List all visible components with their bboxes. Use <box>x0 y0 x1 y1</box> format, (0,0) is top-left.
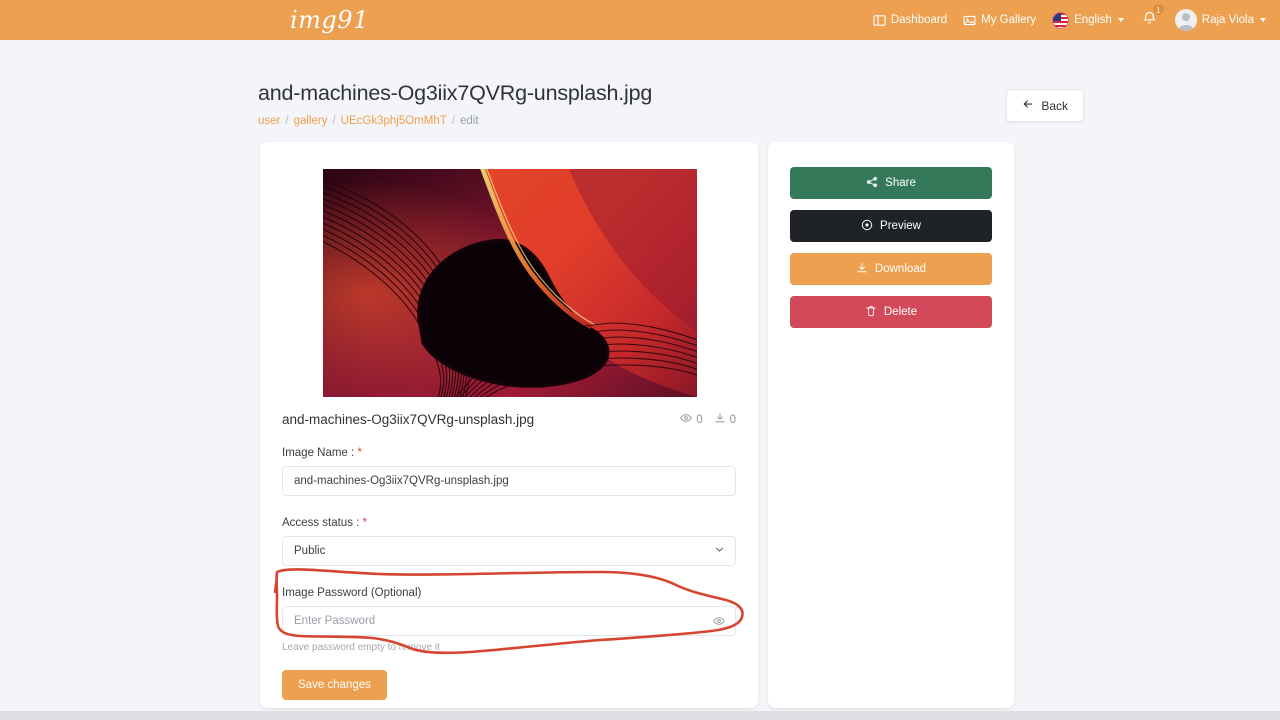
image-name-label: Image Name : * <box>282 447 736 459</box>
nav-item-dashboard-label: Dashboard <box>890 14 948 26</box>
action-buttons-group: Share Preview Download Delete <box>790 167 992 328</box>
image-preview[interactable] <box>323 169 697 397</box>
access-status-field-group: Access status : * <box>282 517 736 566</box>
share-button-label: Share <box>885 177 916 189</box>
user-menu[interactable]: Raja Viola <box>1174 9 1266 31</box>
actions-card: Share Preview Download Delete <box>768 142 1014 708</box>
abstract-red-artwork <box>323 169 697 397</box>
nav-item-dashboard[interactable]: Dashboard <box>873 14 947 27</box>
views-count: 0 <box>696 413 703 426</box>
breadcrumb-item-gallery[interactable]: gallery <box>294 115 328 127</box>
image-password-input[interactable] <box>282 606 736 636</box>
image-edit-card: and-machines-Og3iix7QVRg-unsplash.jpg 0 <box>260 142 758 708</box>
image-name-field-group: Image Name : * <box>282 447 736 496</box>
chevron-down-icon <box>1117 18 1124 22</box>
dashboard-icon <box>873 14 886 27</box>
us-flag-icon <box>1052 11 1070 29</box>
image-password-label: Image Password (Optional) <box>282 587 422 599</box>
image-name-input[interactable] <box>282 466 736 496</box>
eye-icon <box>680 412 692 427</box>
breadcrumb-item-user[interactable]: user <box>258 115 280 127</box>
chevron-down-icon <box>1260 18 1266 22</box>
download-icon <box>856 262 868 277</box>
downloads-count: 0 <box>729 413 736 426</box>
breadcrumb-separator: / <box>451 115 455 127</box>
delete-button[interactable]: Delete <box>790 296 992 328</box>
eye-icon <box>861 219 873 234</box>
image-name-label-text: Image Name : <box>282 447 355 459</box>
save-changes-button[interactable]: Save changes <box>282 670 387 700</box>
top-navbar: img91 Dashboard My Gallery English 1 Raj… <box>0 0 1280 40</box>
access-status-select-wrapper <box>282 536 736 566</box>
required-asterisk: * <box>357 447 362 459</box>
horizontal-scrollbar[interactable] <box>0 711 1280 720</box>
file-name-label: and-machines-Og3iix7QVRg-unsplash.jpg <box>282 412 535 427</box>
gallery-icon <box>963 14 976 27</box>
download-button-label: Download <box>874 263 927 275</box>
user-name-label: Raja Viola <box>1201 14 1254 26</box>
nav-item-my-gallery-label: My Gallery <box>981 14 1037 26</box>
navbar-right-group: Dashboard My Gallery English 1 Raja Viol… <box>873 0 1266 40</box>
download-icon <box>714 412 726 427</box>
file-info-row: and-machines-Og3iix7QVRg-unsplash.jpg 0 <box>282 412 736 427</box>
access-status-label: Access status : * <box>282 517 736 529</box>
preview-button[interactable]: Preview <box>790 210 992 242</box>
breadcrumb-item-image-id[interactable]: UEcGk3phj5OmMhT <box>341 115 447 127</box>
language-label: English <box>1074 14 1112 26</box>
image-edit-form: Image Name : * Access status : * Image P… <box>282 447 736 700</box>
back-button-label: Back <box>1041 98 1068 113</box>
arrow-left-icon <box>1022 98 1034 113</box>
download-button[interactable]: Download <box>790 253 992 285</box>
downloads-stat: 0 <box>714 412 736 427</box>
notifications-button[interactable]: 1 <box>1140 3 1165 32</box>
trash-icon <box>865 305 877 320</box>
breadcrumb: user / gallery / UEcGk3phj5OmMhT / edit <box>258 115 479 127</box>
required-asterisk: * <box>362 517 368 529</box>
share-button[interactable]: Share <box>790 167 992 199</box>
delete-button-label: Delete <box>883 306 918 318</box>
notification-badge: 1 <box>1151 3 1165 16</box>
preview-button-label: Preview <box>880 220 921 232</box>
share-icon <box>866 176 878 191</box>
file-stats: 0 0 <box>680 412 736 427</box>
breadcrumb-item-edit: edit <box>459 115 479 127</box>
breadcrumb-separator: / <box>285 115 289 127</box>
image-password-wrapper <box>282 606 736 636</box>
avatar <box>1174 9 1197 31</box>
brand-logo[interactable]: img91 <box>290 6 369 34</box>
back-button[interactable]: Back <box>1006 89 1084 122</box>
breadcrumb-separator: / <box>332 115 336 127</box>
access-status-select[interactable] <box>282 536 736 566</box>
language-selector[interactable]: English <box>1052 11 1124 29</box>
image-password-field-group: Image Password (Optional) Leave password… <box>282 587 736 653</box>
password-helper-text: Leave password empty to remove it <box>282 642 440 653</box>
toggle-password-visibility-icon[interactable] <box>713 615 725 627</box>
access-status-label-text: Access status : <box>282 517 360 529</box>
nav-item-my-gallery[interactable]: My Gallery <box>963 14 1036 27</box>
views-stat: 0 <box>680 412 703 427</box>
page-title: and-machines-Og3iix7QVRg-unsplash.jpg <box>258 81 653 105</box>
page-header: and-machines-Og3iix7QVRg-unsplash.jpg us… <box>0 40 1280 140</box>
